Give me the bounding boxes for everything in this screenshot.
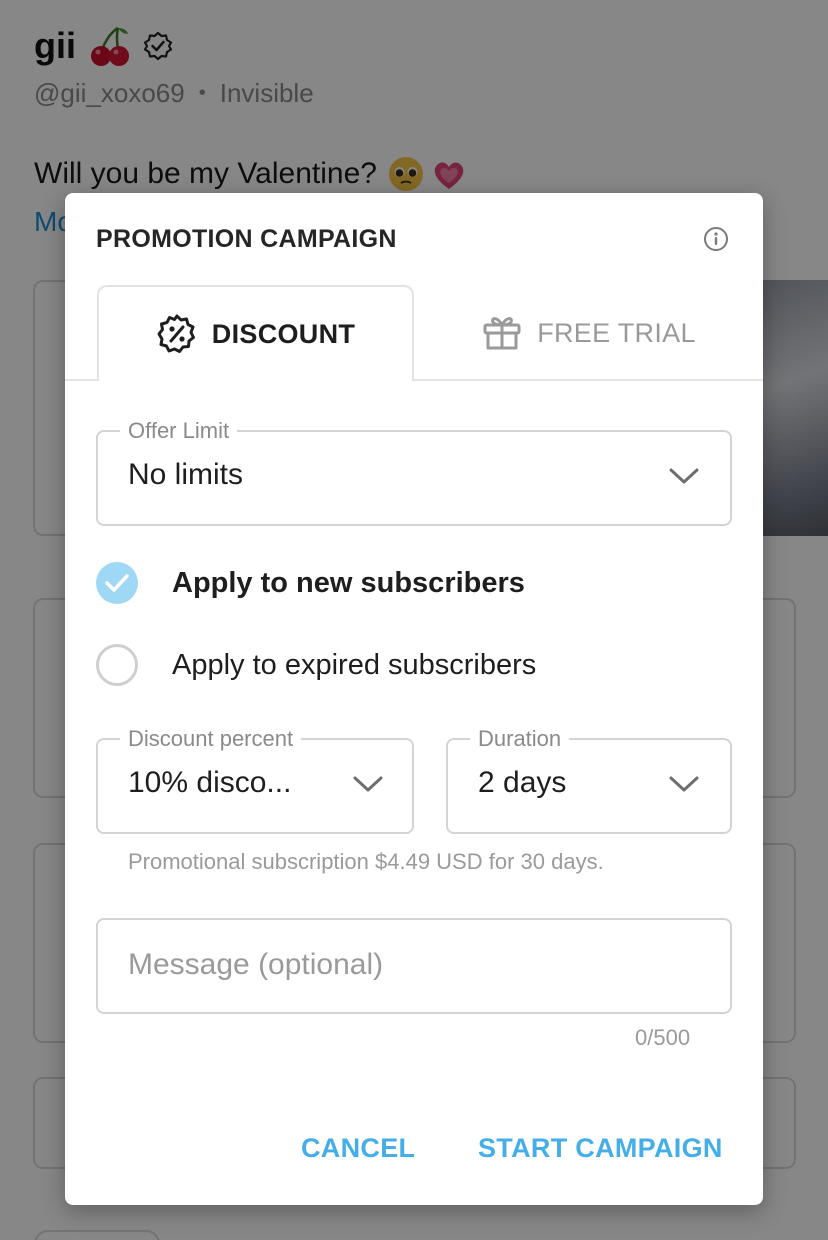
chevron-down-icon [353,776,383,792]
start-campaign-button[interactable]: START CAMPAIGN [478,1133,723,1164]
promotion-helper-text: Promotional subscription $4.49 USD for 3… [128,849,604,874]
message-character-counter: 0/500 [635,1025,691,1050]
duration-label: Duration [470,726,570,752]
info-icon[interactable] [703,226,729,252]
promotion-campaign-dialog: PROMOTION CAMPAIGN DISCOUNT FREE TRIAL O… [65,193,763,1205]
tab-discount-label: DISCOUNT [211,318,356,349]
gift-icon [483,317,521,350]
option-expired-subscribers-label: Apply to expired subscribers [172,648,537,681]
unchecked-radio[interactable] [96,644,138,686]
chevron-down-icon [669,776,699,792]
offer-limit-select[interactable]: Offer Limit No limits [96,418,732,526]
option-new-subscribers[interactable]: Apply to new subscribers [96,562,525,604]
chevron-down-icon [669,468,699,484]
duration-value: 2 days [478,766,567,799]
discount-percent-select[interactable]: Discount percent 10% disco... [96,726,414,834]
option-expired-subscribers[interactable]: Apply to expired subscribers [96,644,536,686]
offer-limit-value: No limits [128,458,244,491]
dialog-title: PROMOTION CAMPAIGN [96,225,397,253]
message-input[interactable]: Message (optional) [96,918,732,1014]
tab-free-trial[interactable]: FREE TRIAL [414,285,763,381]
discount-percent-value: 10% disco... [128,766,292,799]
cancel-button[interactable]: CANCEL [301,1133,415,1164]
discount-badge-icon [157,314,195,353]
checked-radio[interactable] [96,562,138,604]
tab-discount[interactable]: DISCOUNT [97,285,414,381]
discount-percent-label: Discount percent [120,726,302,752]
checkmark-icon [105,574,129,592]
duration-select[interactable]: Duration 2 days [446,726,732,834]
option-new-subscribers-label: Apply to new subscribers [172,566,525,599]
offer-limit-label: Offer Limit [120,418,238,444]
message-placeholder: Message (optional) [128,948,384,981]
tab-free-trial-label: FREE TRIAL [537,317,696,348]
